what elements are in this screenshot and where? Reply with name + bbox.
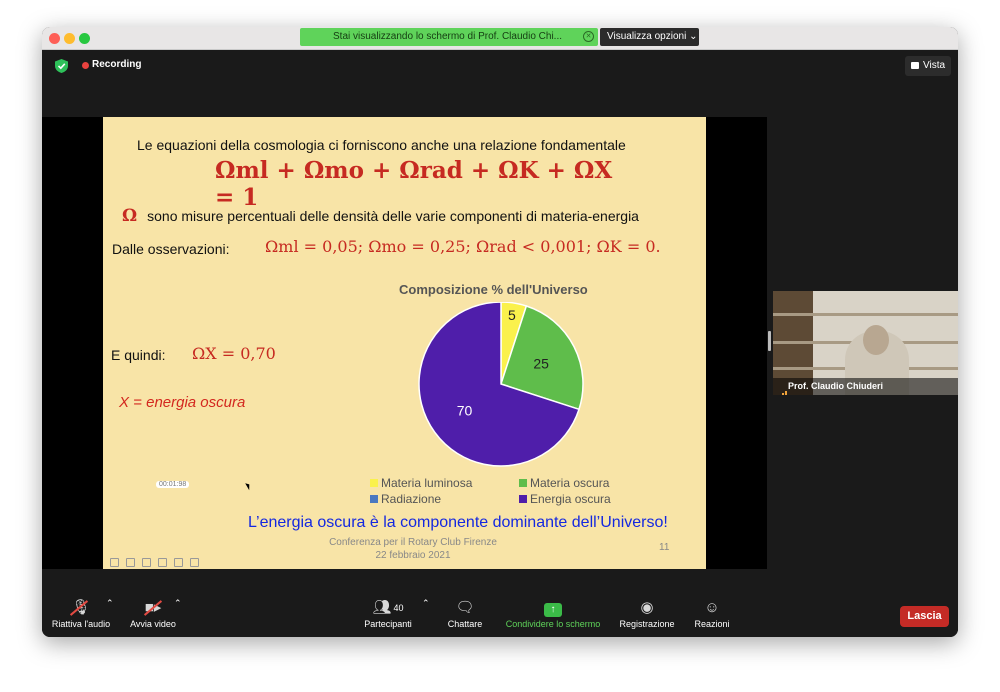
microphone-muted-icon: 🎙︎	[71, 599, 91, 616]
legend-swatch	[519, 495, 527, 503]
slide-timer: 00:01:98	[156, 481, 190, 488]
leave-meeting-button[interactable]: Lascia	[900, 606, 949, 627]
participant-name-tag: Prof. Claudio Chiuderi	[773, 378, 958, 395]
share-screen-button[interactable]: ↑ Condividere lo schermo	[500, 598, 606, 629]
reactions-label: Reazioni	[694, 619, 730, 629]
security-shield-icon	[55, 59, 68, 73]
subtitles-icon[interactable]	[190, 558, 199, 567]
pie-label-1: 25	[533, 356, 549, 372]
record-label: Registrazione	[619, 619, 675, 629]
legend-item: Radiazione	[370, 492, 442, 506]
screen-share-banner: Stai visualizzando lo schermo di Prof. C…	[300, 28, 598, 46]
presentation-slide: Le equazioni della cosmologia ci fornisc…	[103, 117, 706, 569]
zoom-icon[interactable]	[142, 558, 151, 567]
x-definition: X = energia oscura	[119, 394, 246, 411]
participants-options-chevron-icon[interactable]: ⌃	[422, 598, 430, 609]
panel-resize-handle[interactable]	[768, 331, 771, 351]
view-options-button[interactable]: Visualizza opzioni ⌄	[600, 28, 699, 46]
view-button-label: Vista	[923, 60, 946, 71]
omega-description: sono misure percentuali delle densità de…	[147, 208, 639, 224]
shelf-divider	[773, 313, 958, 316]
participant-head	[863, 325, 889, 355]
omega-symbol: Ω	[122, 206, 138, 226]
slide-page-number: 11	[659, 542, 670, 553]
share-screen-icon: ↑	[500, 598, 606, 618]
title-bar: Stai visualizzando lo schermo di Prof. C…	[42, 27, 958, 50]
legend-item: Materia oscura	[519, 476, 610, 490]
main-equation: Ωml + Ωmo + Ωrad + ΩK + ΩX = 1	[215, 157, 613, 211]
view-icon	[911, 62, 919, 69]
slide-title: Le equazioni della cosmologia ci fornisc…	[137, 137, 626, 153]
legend-item: Energia oscura	[519, 492, 611, 506]
observations-label: Dalle osservazioni:	[112, 241, 230, 257]
reactions-button[interactable]: ☺︎ Reazioni	[689, 598, 735, 629]
participants-count: 40	[393, 603, 404, 613]
camera-off-icon: ■▸	[144, 599, 162, 616]
signal-strength-icon	[776, 383, 788, 395]
participants-label: Partecipanti	[364, 619, 412, 629]
smiley-plus-icon: ☺︎	[704, 599, 720, 616]
zoom-window: Stai visualizzando lo schermo di Prof. C…	[42, 27, 958, 637]
legend-item: Materia luminosa	[370, 476, 473, 490]
participants-button[interactable]: 👥︎ 40 Partecipanti	[360, 598, 416, 629]
pen-icon[interactable]	[110, 558, 119, 567]
pie-label-3: 70	[457, 403, 473, 419]
legend-label: Materia luminosa	[381, 476, 473, 490]
record-icon: ◉	[640, 599, 654, 616]
audio-options-chevron-icon[interactable]: ⌃	[106, 598, 114, 609]
unmute-audio-label: Riattiva l'audio	[51, 619, 111, 629]
highlighter-icon[interactable]	[158, 558, 167, 567]
minimize-window-button[interactable]	[64, 33, 75, 44]
chat-button[interactable]: 🗨︎ Chattare	[440, 598, 490, 629]
slide-conclusion: L’energia oscura è la componente dominan…	[248, 514, 668, 531]
legend-swatch	[519, 479, 527, 487]
footer-event: Conferenza per il Rotary Club Firenze	[329, 537, 497, 548]
unmute-audio-button[interactable]: 🎙︎ Riattiva l'audio	[49, 598, 113, 629]
chat-bubble-icon: 🗨︎	[455, 599, 475, 616]
quindi-value: ΩX = 0,70	[192, 344, 276, 363]
participant-name: Prof. Claudio Chiuderi	[788, 381, 884, 391]
chat-label: Chattare	[447, 619, 483, 629]
record-button[interactable]: ◉ Registrazione	[614, 598, 680, 629]
start-video-button[interactable]: ■▸ Avvia video	[126, 598, 180, 629]
recording-label[interactable]: Recording	[92, 59, 141, 70]
stop-viewing-icon[interactable]: ✕	[583, 31, 594, 42]
chart-title: Composizione % dell'Universo	[399, 282, 588, 297]
slide-toolbar[interactable]	[110, 554, 210, 567]
view-button[interactable]: Vista	[905, 56, 951, 76]
participant-video[interactable]: Prof. Claudio Chiuderi	[773, 291, 958, 395]
pointer-icon[interactable]	[174, 558, 183, 567]
observations-values: Ωml = 0,05; Ωmo = 0,25; Ωrad < 0,001; ΩK…	[265, 237, 661, 256]
footer-date: 22 febbraio 2021	[375, 550, 451, 561]
meeting-top-bar: Recording Vista	[42, 50, 958, 82]
share-screen-label: Condividere lo schermo	[505, 619, 601, 629]
quindi-label: E quindi:	[111, 347, 166, 363]
omega-description-line: Ωsono misure percentuali delle densità d…	[122, 206, 702, 226]
start-video-label: Avvia video	[130, 619, 176, 629]
legend-label: Materia oscura	[530, 476, 610, 490]
slide-footer: Conferenza per il Rotary Club Firenze 22…	[303, 536, 523, 562]
close-window-button[interactable]	[49, 33, 60, 44]
legend-label: Energia oscura	[530, 492, 611, 506]
mouse-cursor-icon	[245, 481, 252, 491]
legend-swatch	[370, 495, 378, 503]
participants-icon: 👥︎ 40	[372, 599, 404, 616]
share-banner-text: Stai visualizzando lo schermo di Prof. C…	[333, 31, 562, 42]
shared-screen-area[interactable]: Le equazioni della cosmologia ci fornisc…	[42, 117, 767, 569]
maximize-window-button[interactable]	[79, 33, 90, 44]
recording-dot-icon	[82, 62, 89, 69]
meeting-toolbar: 🎙︎ Riattiva l'audio ⌃ ■▸ Avvia video ⌃ 👥…	[42, 595, 958, 637]
pie-label-0: 5	[508, 307, 516, 323]
legend-swatch	[370, 479, 378, 487]
video-options-chevron-icon[interactable]: ⌃	[174, 598, 182, 609]
slides-icon[interactable]	[126, 558, 135, 567]
pie-chart: 5 25 70	[418, 302, 584, 467]
legend-label: Radiazione	[381, 492, 442, 506]
